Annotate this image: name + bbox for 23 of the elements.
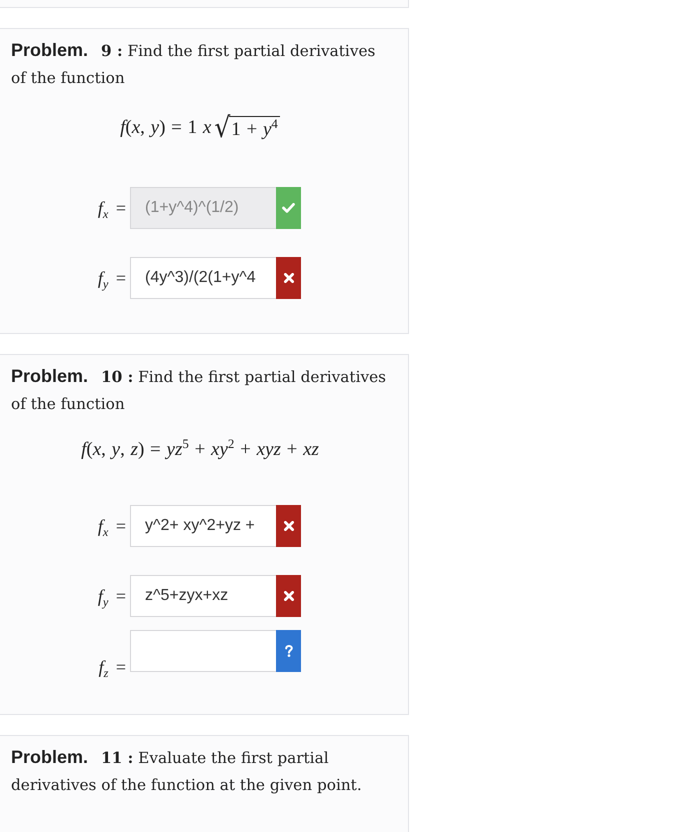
answer-field[interactable] [130,630,276,672]
problem-statement: Problem. 11 : Evaluate the first partial derivatives of the function at the given point. [11,746,363,796]
answer-label: f$_{x}$ = [98,515,126,538]
function-formula: f(x, y) = 1 x√1 + y$^{4}$ [120,112,280,144]
cross-icon [284,521,294,531]
cross-icon [284,591,294,601]
answer-field[interactable]: z^5+zyx+xz [130,575,276,617]
question-mark-icon [284,645,292,657]
feedback-button[interactable] [276,630,301,672]
answer-field[interactable]: (4y^3)/(2(1+y^4 [130,257,276,299]
feedback-button[interactable] [276,505,301,547]
answer-label: f$_{x}$ = [98,197,126,220]
answer-label: f$_{z}$ = [98,656,126,679]
feedback-button[interactable] [276,257,301,299]
answer-field[interactable]: y^2+ xy^2+yz + [130,505,276,547]
problem-statement: Problem. 10 : Find the first partial derivatives of the function [11,365,388,415]
cross-icon [284,273,294,283]
answer-label: f$_{y}$ = [98,267,126,290]
problem-statement: Problem. 9 : Find the first partial derivatives of the function [11,39,376,89]
check-icon [282,203,295,213]
function-formula: f(x, y, z) = yz$^{5}$ + xy$^{2}$ + xyz + xz [81,438,319,462]
feedback-button[interactable] [276,575,301,617]
answer-label: f$_{y}$ = [98,585,126,608]
